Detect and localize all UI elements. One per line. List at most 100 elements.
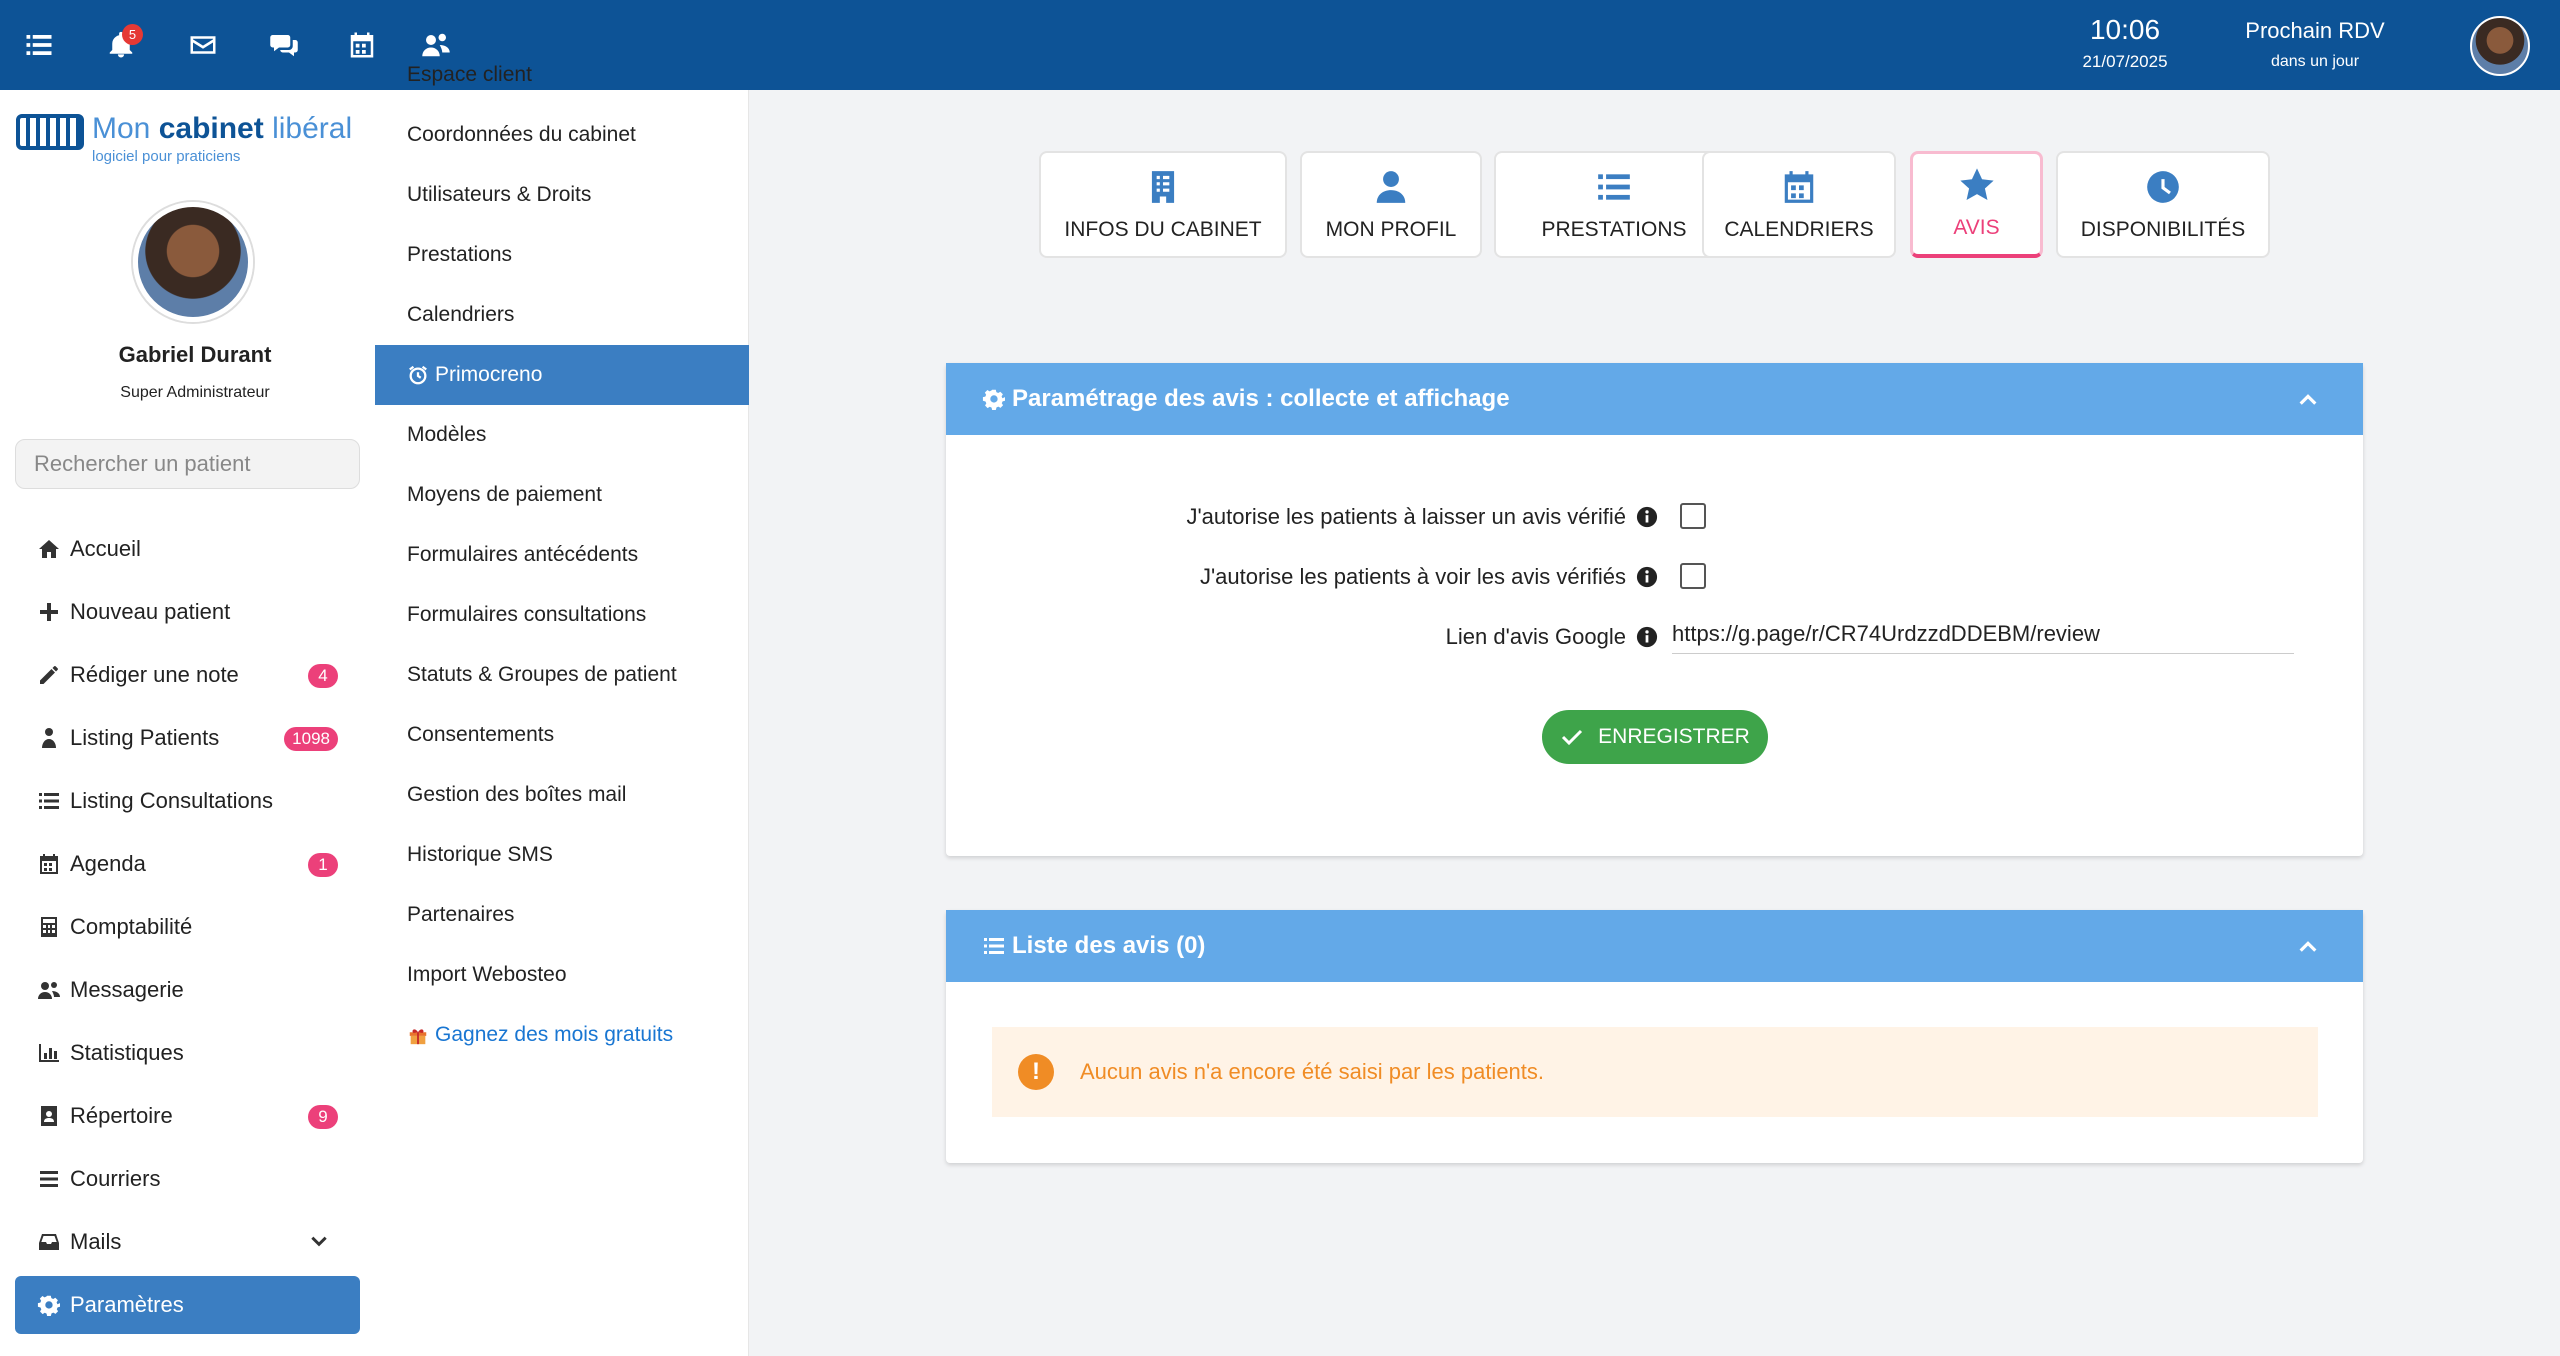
reviews-settings-title: Paramétrage des avis : collecte et affic… <box>1012 385 1510 412</box>
submenu-boites-mail[interactable]: Gestion des boîtes mail <box>375 765 749 825</box>
clock: 10:06 21/07/2025 <box>2060 14 2190 72</box>
info-icon[interactable] <box>1636 626 1658 648</box>
user-role: Super Administrateur <box>120 384 270 401</box>
field-allow-see-reviews: J'autorise les patients à voir les avis … <box>960 557 1658 597</box>
submenu-coordonnees[interactable]: Coordonnées du cabinet <box>375 105 749 165</box>
nav-listing-consultations[interactable]: Listing Consultations <box>15 772 360 830</box>
chat-icon[interactable] <box>267 28 301 62</box>
reviews-list-header[interactable]: Liste des avis (0) <box>946 910 2363 982</box>
user-icon <box>1376 171 1406 203</box>
tab-disponibilites[interactable]: DISPONIBILITÉS <box>2056 151 2270 258</box>
calculator-icon <box>41 917 57 937</box>
profile-picture[interactable] <box>133 202 253 322</box>
submenu-prestations[interactable]: Prestations <box>375 225 749 285</box>
gift-icon <box>409 1029 427 1045</box>
envelope-icon[interactable] <box>186 28 220 62</box>
chevron-down-icon[interactable] <box>309 1231 329 1251</box>
notification-badge: 5 <box>122 24 143 45</box>
submenu-historique-sms[interactable]: Historique SMS <box>375 825 749 885</box>
inbox-icon <box>39 1234 59 1250</box>
menu-list-icon[interactable] <box>22 28 56 62</box>
building-icon <box>1151 171 1175 203</box>
chevron-up-icon[interactable] <box>2297 389 2319 411</box>
star-icon <box>1959 168 1994 201</box>
field-google-link: Lien d'avis Google <box>960 617 1658 657</box>
alarm-clock-icon <box>409 365 427 385</box>
nav-listing-patients[interactable]: Listing Patients 1098 <box>15 709 360 767</box>
calendar-icon[interactable] <box>345 28 379 62</box>
user-avatar[interactable] <box>2470 16 2530 76</box>
check-icon <box>1562 729 1583 746</box>
nav-statistiques[interactable]: Statistiques <box>15 1024 360 1082</box>
gear-icon <box>37 1295 60 1316</box>
see-reviews-checkbox[interactable] <box>1680 563 1706 589</box>
calendar-icon <box>40 854 58 874</box>
patient-search-input[interactable] <box>15 439 360 489</box>
nav-messagerie[interactable]: Messagerie <box>15 961 360 1019</box>
agenda-count-badge: 1 <box>308 853 338 877</box>
tab-mon-profil[interactable]: MON PROFIL <box>1300 151 1482 258</box>
submenu-modeles[interactable]: Modèles <box>375 405 749 465</box>
nav-nouveau-patient[interactable]: Nouveau patient <box>15 583 360 641</box>
current-time: 10:06 <box>2089 14 2161 45</box>
reviews-settings-card: Paramétrage des avis : collecte et affic… <box>946 363 2363 856</box>
keyboard-logo-icon <box>16 114 84 150</box>
submenu-partenaires[interactable]: Partenaires <box>375 885 749 945</box>
info-icon[interactable] <box>1636 566 1658 588</box>
settings-submenu: Espace client Coordonnées du cabinet Uti… <box>375 63 749 1356</box>
nav-courriers[interactable]: Courriers <box>15 1150 360 1208</box>
chevron-up-icon[interactable] <box>2297 936 2319 958</box>
reviews-settings-header[interactable]: Paramétrage des avis : collecte et affic… <box>946 363 2363 435</box>
submenu-calendriers[interactable]: Calendriers <box>375 285 749 345</box>
submenu-mois-gratuits[interactable]: Gagnez des mois gratuits <box>375 1005 749 1065</box>
gear-icon <box>982 389 1005 410</box>
list-icon <box>984 938 1004 954</box>
nav-comptabilite[interactable]: Comptabilité <box>15 898 360 956</box>
submenu-formulaires-antecedents[interactable]: Formulaires antécédents <box>375 525 749 585</box>
empty-reviews-alert: ! Aucun avis n'a encore été saisi par le… <box>992 1027 2318 1117</box>
submenu-statuts-groupes[interactable]: Statuts & Groupes de patient <box>375 645 749 705</box>
nav-parametres[interactable]: Paramètres <box>15 1276 360 1334</box>
tab-calendriers[interactable]: CALENDRIERS <box>1702 151 1896 258</box>
pencil-icon <box>40 666 58 684</box>
calendar-icon <box>1784 171 1814 203</box>
submenu-primocreno[interactable]: Primocreno <box>375 345 749 405</box>
lines-icon <box>40 1171 58 1187</box>
submenu-espace-client[interactable]: Espace client <box>375 45 749 105</box>
patient-icon <box>42 728 56 748</box>
tab-avis[interactable]: AVIS <box>1910 151 2043 258</box>
patients-count-badge: 1098 <box>284 727 338 751</box>
submenu-formulaires-consultations[interactable]: Formulaires consultations <box>375 585 749 645</box>
next-appointment-title: Prochain RDV <box>2245 18 2385 43</box>
nav-accueil[interactable]: Accueil <box>15 520 360 578</box>
google-link-input[interactable] <box>1672 614 2294 654</box>
nav-rediger-note[interactable]: Rédiger une note 4 <box>15 646 360 704</box>
address-book-icon <box>41 1106 57 1126</box>
list-icon <box>39 793 59 809</box>
app-logo[interactable]: Mon cabinet libéral logiciel pour pratic… <box>16 98 366 168</box>
submenu-utilisateurs[interactable]: Utilisateurs & Droits <box>375 165 749 225</box>
sidebar: Mon cabinet libéral logiciel pour pratic… <box>0 90 375 1356</box>
logo-tagline: logiciel pour praticiens <box>92 148 241 165</box>
repertoire-count-badge: 9 <box>308 1105 338 1129</box>
tab-prestations[interactable]: PRESTATIONS <box>1494 151 1734 258</box>
empty-reviews-message: Aucun avis n'a encore été saisi par les … <box>1080 1059 1545 1084</box>
reviews-list-title: Liste des avis (0) <box>1012 932 1206 959</box>
plus-icon <box>40 603 58 621</box>
nav-agenda[interactable]: Agenda 1 <box>15 835 360 893</box>
submenu-moyens-paiement[interactable]: Moyens de paiement <box>375 465 749 525</box>
submenu-import-webosteo[interactable]: Import Webosteo <box>375 945 749 1005</box>
see-reviews-label: J'autorise les patients à voir les avis … <box>1199 564 1626 589</box>
allow-review-checkbox[interactable] <box>1680 503 1706 529</box>
info-icon[interactable] <box>1636 506 1658 528</box>
tab-infos-cabinet[interactable]: INFOS DU CABINET <box>1039 151 1287 258</box>
nav-mails[interactable]: Mails <box>15 1213 360 1271</box>
bar-chart-icon <box>39 1044 59 1062</box>
clock-icon <box>2147 171 2179 203</box>
user-name: Gabriel Durant <box>118 342 272 367</box>
save-button[interactable]: ENREGISTRER <box>1542 710 1768 764</box>
allow-review-label: J'autorise les patients à laisser un avi… <box>1186 504 1626 529</box>
nav-repertoire[interactable]: Répertoire 9 <box>15 1087 360 1145</box>
submenu-consentements[interactable]: Consentements <box>375 705 749 765</box>
next-appointment[interactable]: Prochain RDV dans un jour <box>2215 18 2415 71</box>
